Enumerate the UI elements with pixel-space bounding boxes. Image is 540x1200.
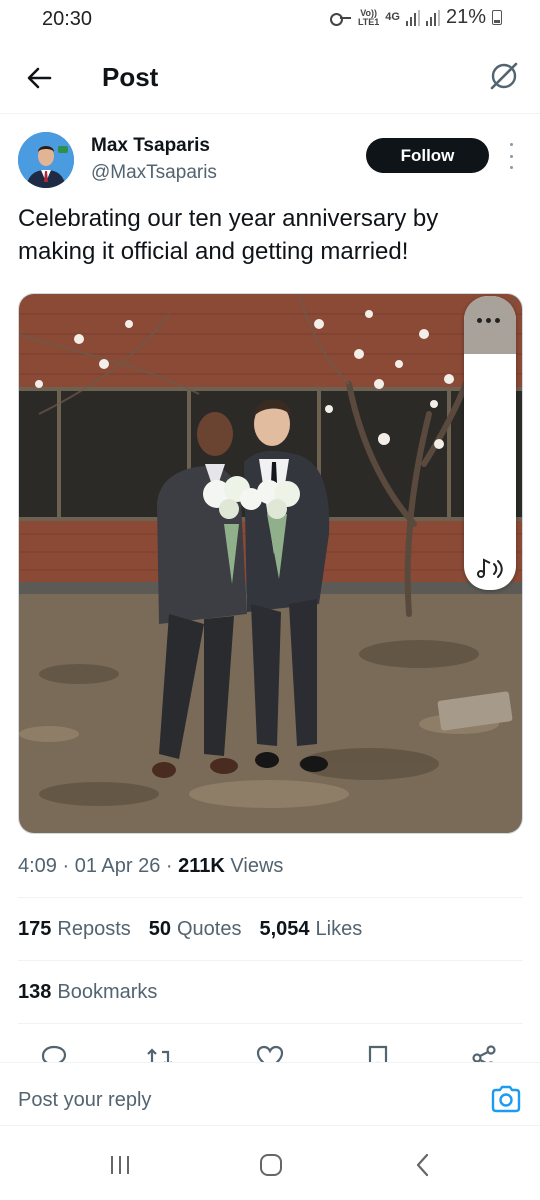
post-text: Celebrating our ten year anniversary by …: [18, 205, 439, 265]
reposts-stat[interactable]: 175 Reposts: [18, 918, 131, 941]
floating-audio-panel[interactable]: [464, 296, 516, 590]
home-icon[interactable]: [256, 1150, 286, 1180]
repost-icon[interactable]: [146, 1044, 174, 1062]
page-title: Post: [102, 62, 159, 92]
recents-icon[interactable]: [105, 1150, 135, 1180]
views-count: 211K: [178, 855, 225, 877]
floating-panel-header[interactable]: [464, 296, 516, 354]
status-icons: Vo)) LTE1 4G 21%: [329, 6, 502, 29]
more-icon[interactable]: [477, 318, 500, 323]
divider: [18, 1023, 523, 1024]
sound-icon[interactable]: [474, 556, 506, 580]
grok-button[interactable]: [486, 58, 522, 94]
avatar[interactable]: [18, 132, 74, 188]
back-icon[interactable]: [408, 1150, 438, 1180]
divider: [18, 897, 523, 898]
grok-icon: [490, 62, 518, 90]
status-bar: 20:30 Vo)) LTE1 4G 21%: [0, 0, 540, 40]
bookmarks-stat[interactable]: 138 Bookmarks: [18, 981, 157, 1004]
back-button[interactable]: [22, 60, 58, 96]
signal-icon: [405, 9, 420, 26]
app-header: Post: [0, 44, 540, 114]
arrow-left-icon: [27, 67, 52, 89]
camera-icon[interactable]: [490, 1085, 522, 1113]
post-timestamp: 4:09 · 01 Apr 26 · 211K Views: [18, 855, 284, 877]
post-date: 01 Apr 26: [74, 855, 161, 877]
divider: [18, 960, 523, 961]
volte-icon: Vo)) LTE1: [357, 7, 380, 27]
bookmark-icon[interactable]: [364, 1044, 392, 1062]
key-icon: [329, 12, 352, 26]
signal-icon: [425, 9, 440, 26]
system-nav-bar: [0, 1128, 540, 1200]
reply-icon[interactable]: [40, 1044, 68, 1062]
follow-button[interactable]: Follow: [366, 138, 489, 173]
engagement-stats: 175 Reposts 50 Quotes 5,054 Likes: [18, 918, 362, 941]
more-options-icon[interactable]: [505, 143, 517, 169]
like-icon[interactable]: [256, 1044, 284, 1062]
quotes-stat[interactable]: 50 Quotes: [149, 918, 242, 941]
share-icon[interactable]: [470, 1044, 498, 1062]
reply-input[interactable]: Post your reply: [18, 1089, 151, 1112]
battery-icon: [492, 10, 502, 25]
author-name[interactable]: Max Tsaparis: [91, 135, 210, 157]
post-time: 4:09: [18, 855, 57, 877]
post-photo[interactable]: [18, 293, 523, 834]
reply-bar: Post your reply: [0, 1062, 540, 1126]
author-handle[interactable]: @MaxTsaparis: [91, 162, 217, 184]
likes-stat[interactable]: 5,054 Likes: [259, 918, 362, 941]
views-label: Views: [230, 855, 284, 877]
status-time: 20:30: [42, 8, 93, 30]
network-type: 4G: [385, 11, 400, 23]
battery-level: 21%: [445, 6, 486, 28]
action-bar: [0, 1040, 540, 1062]
